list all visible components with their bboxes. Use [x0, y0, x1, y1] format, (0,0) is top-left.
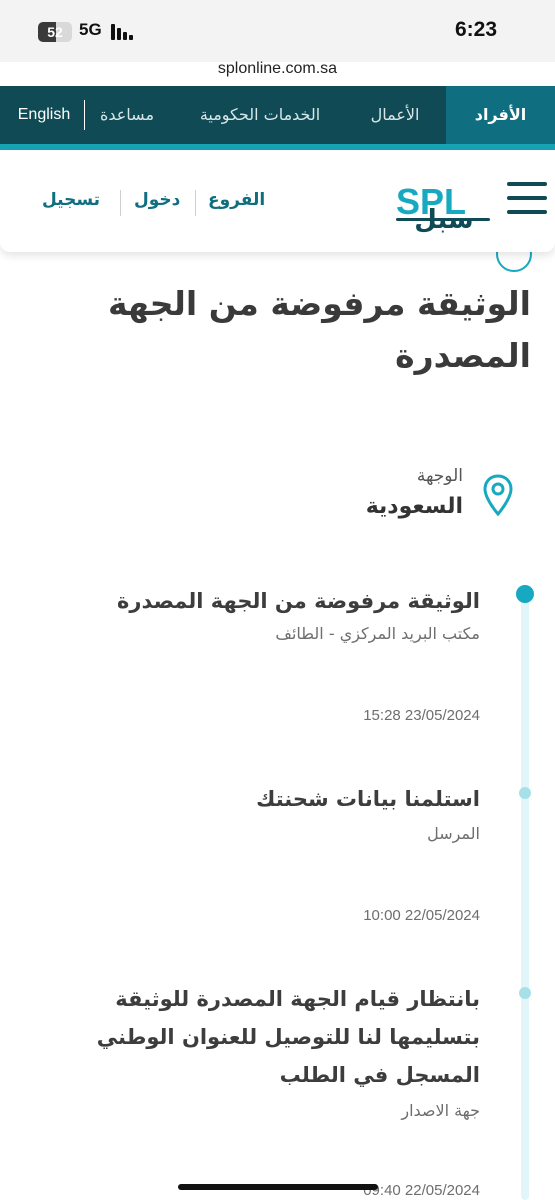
signal-icon: [111, 24, 137, 40]
tab-individuals[interactable]: الأفراد: [446, 86, 555, 144]
timeline-event-time: 10:00 22/05/2024: [363, 907, 480, 924]
timeline-event-location: مكتب البريد المركزي - الطائف: [275, 624, 480, 643]
timeline-event-location: المرسل: [427, 824, 480, 843]
home-indicator[interactable]: [178, 1184, 378, 1190]
tab-gov-services[interactable]: الخدمات الحكومية: [180, 86, 340, 144]
tab-business[interactable]: الأعمال: [352, 86, 438, 144]
destination-value: السعودية: [365, 494, 463, 519]
timeline-event-time: 15:28 23/05/2024: [363, 707, 480, 724]
language-switch[interactable]: English: [10, 86, 78, 144]
network-type: 5G: [79, 20, 102, 39]
site-header: SPL سبل الفروع دخول تسجيل: [0, 150, 555, 252]
spl-logo[interactable]: SPL سبل: [392, 174, 492, 235]
menu-icon[interactable]: [507, 180, 547, 216]
status-bar: 52 5G 6:23: [0, 0, 555, 62]
timeline-dot: [519, 987, 531, 999]
battery-level: 52: [47, 24, 63, 40]
location-pin-icon: [483, 474, 513, 516]
tab-help[interactable]: مساعدة: [92, 86, 162, 144]
nav-divider: [84, 100, 85, 130]
register-link[interactable]: تسجيل: [42, 190, 100, 210]
timeline-track: [521, 594, 529, 1200]
timeline-event-title: استلمنا بيانات شحنتك: [256, 787, 480, 811]
timeline-dot-current: [516, 585, 534, 603]
header-divider: [195, 190, 196, 216]
address-bar-url[interactable]: splonline.com.sa: [0, 60, 555, 78]
top-nav: الأفراد الأعمال الخدمات الحكومية مساعدة …: [0, 86, 555, 144]
timeline-event-location: جهة الاصدار: [401, 1101, 480, 1120]
status-time: 6:23: [454, 18, 497, 41]
timeline-dot: [519, 787, 531, 799]
timeline-event-title: الوثيقة مرفوضة من الجهة المصدرة: [117, 589, 480, 613]
header-divider: [120, 190, 121, 216]
destination-label: الوجهة: [416, 466, 463, 486]
timeline-event-title: بانتظار قيام الجهة المصدرة للوثيقة بتسلي…: [96, 987, 480, 1087]
branches-link[interactable]: الفروع: [208, 190, 265, 210]
timeline-event-time: 09:40 22/05/2024: [363, 1182, 480, 1199]
login-link[interactable]: دخول: [134, 190, 180, 210]
shipment-status-title: الوثيقة مرفوضة من الجهة المصدرة: [107, 284, 531, 375]
battery-icon: 52: [38, 22, 72, 42]
